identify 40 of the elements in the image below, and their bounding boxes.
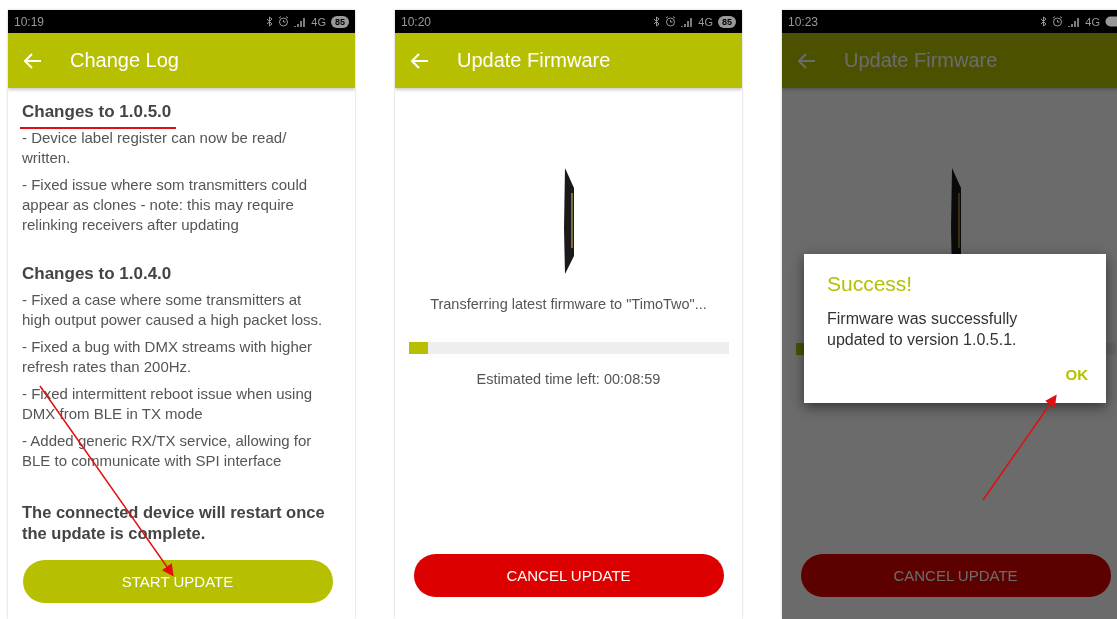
back-arrow-icon <box>411 52 429 69</box>
battery-level: 85 <box>331 15 349 28</box>
alarm-icon <box>1052 16 1064 27</box>
alarm-icon <box>665 16 677 27</box>
back-button[interactable] <box>24 52 42 69</box>
changes-heading: Changes to 1.0.4.0 <box>22 264 172 284</box>
battery-level: 85 <box>718 15 736 28</box>
back-button[interactable] <box>798 52 816 69</box>
bluetooth-icon <box>653 16 661 27</box>
change-item: - Device label register can now be read/ written. <box>22 128 288 168</box>
change-item: - Fixed a bug with DMX streams with higher refresh rates than 200Hz. <box>22 337 314 377</box>
screen-title: Update Firmware <box>844 49 998 72</box>
transfer-message: Transferring latest firmware to "TimoTwo"... <box>430 296 707 312</box>
alarm-icon <box>278 16 290 27</box>
signal-icon <box>1068 16 1081 27</box>
signal-icon <box>681 16 694 27</box>
screen-title: Change Log <box>70 49 179 72</box>
time-left: Estimated time left: 00:08:59 <box>476 371 661 387</box>
cancel-update-button[interactable]: CANCEL UPDATE <box>800 554 1111 597</box>
back-arrow-icon <box>798 52 816 69</box>
network-type: 4G <box>1085 15 1100 28</box>
status-time: 10:23 <box>788 14 819 29</box>
dialog-message: Firmware was successfully updated to version 1.0.5.1. <box>827 309 1019 350</box>
cancel-update-button[interactable]: CANCEL UPDATE <box>413 554 724 597</box>
start-update-button[interactable]: START UPDATE <box>22 560 333 603</box>
status-time: 10:19 <box>14 14 45 29</box>
back-button[interactable] <box>411 52 429 69</box>
screen-title: Update Firmware <box>457 49 611 72</box>
change-item: - Fixed issue where som transmitters could appear as clones - note: this may require relinking receivers after updating <box>22 175 309 235</box>
back-arrow-icon <box>24 52 42 69</box>
status-time: 10:20 <box>401 14 432 29</box>
bluetooth-icon <box>1040 16 1048 27</box>
ok-button[interactable]: OK <box>1061 362 1092 387</box>
network-type: 4G <box>311 15 326 28</box>
signal-icon <box>294 16 307 27</box>
change-item: - Fixed a case where some transmitters at high output power caused a high packet loss. <box>22 290 324 330</box>
network-type: 4G <box>698 15 713 28</box>
dialog-title: Success! <box>827 272 914 296</box>
changes-heading: Changes to 1.0.5.0 <box>22 102 172 122</box>
bluetooth-icon <box>266 16 274 27</box>
